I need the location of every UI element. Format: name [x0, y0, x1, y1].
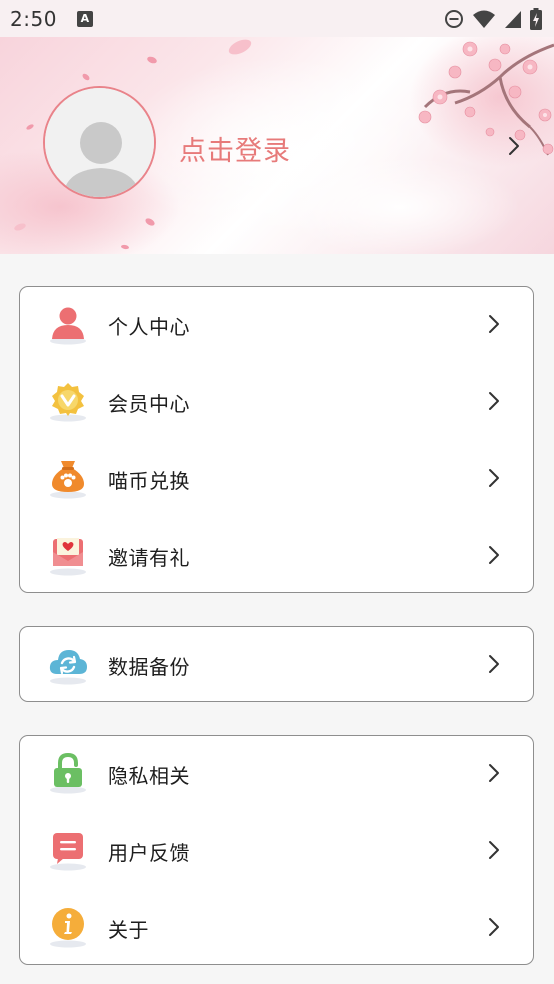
- battery-charging-icon: [530, 7, 542, 30]
- chevron-right-icon: [489, 315, 499, 333]
- chevron-right-icon: [489, 392, 499, 410]
- menu-label: 用户反馈: [108, 841, 190, 865]
- status-time: 2:50: [10, 6, 57, 31]
- menu-label: 邀请有礼: [108, 546, 190, 570]
- chevron-right-icon: [489, 841, 499, 859]
- person-icon: [50, 307, 86, 345]
- menu-label: 隐私相关: [108, 764, 190, 788]
- lock-icon: [50, 752, 86, 794]
- wifi-icon: [473, 10, 495, 28]
- menu-group-account: 个人中心 会员中心 喵币兑换 邀请有礼: [19, 286, 534, 593]
- menu-group-other: 隐私相关 用户反馈 关于: [19, 735, 534, 965]
- avatar[interactable]: [43, 86, 156, 199]
- chevron-right-icon: [489, 918, 499, 936]
- menu-item-vip-center[interactable]: 会员中心: [20, 364, 533, 440]
- menu-item-coin-exchange[interactable]: 喵币兑换: [20, 441, 533, 517]
- menu-label: 会员中心: [108, 392, 190, 416]
- info-icon: [50, 908, 86, 948]
- cloud-sync-icon: [49, 650, 87, 685]
- chevron-right-icon: [489, 546, 499, 564]
- vip-badge-icon: [50, 383, 86, 422]
- menu-label: 个人中心: [108, 315, 190, 339]
- menu-label: 数据备份: [108, 655, 190, 679]
- menu-item-privacy[interactable]: 隐私相关: [20, 736, 533, 812]
- menu-label: 喵币兑换: [108, 469, 190, 493]
- menu-group-data: 数据备份: [19, 626, 534, 702]
- menu-item-invite-gift[interactable]: 邀请有礼: [20, 518, 533, 594]
- menu-item-data-backup[interactable]: 数据备份: [20, 627, 533, 703]
- status-icons: [444, 7, 542, 30]
- profile-header[interactable]: 点击登录: [0, 37, 554, 254]
- coin-bag-icon: [50, 461, 86, 499]
- menu-item-feedback[interactable]: 用户反馈: [20, 813, 533, 889]
- a-icon: A: [76, 10, 93, 27]
- chevron-right-icon: [489, 764, 499, 782]
- chevron-right-icon[interactable]: [505, 134, 523, 158]
- chevron-right-icon: [489, 469, 499, 487]
- feedback-icon: [50, 833, 86, 871]
- login-link[interactable]: 点击登录: [179, 129, 291, 168]
- menu-item-about[interactable]: 关于: [20, 890, 533, 966]
- do-not-disturb-icon: [445, 9, 463, 28]
- menu-item-personal-center[interactable]: 个人中心: [20, 287, 533, 363]
- status-bar: 2:50 A: [0, 0, 554, 37]
- signal-icon: [505, 10, 521, 28]
- invite-envelope-icon: [50, 538, 86, 576]
- menu-label: 关于: [108, 918, 149, 942]
- default-avatar-icon: [45, 88, 154, 197]
- chevron-right-icon: [489, 655, 499, 673]
